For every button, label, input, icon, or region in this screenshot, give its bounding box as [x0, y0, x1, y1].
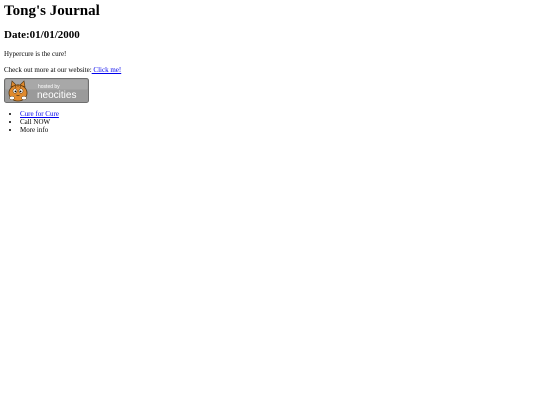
list-item: Call NOW	[20, 118, 536, 126]
website-prefix: Check out more at our website:	[4, 66, 92, 74]
page: Tong's Journal Date:01/01/2000 Hypercure…	[0, 0, 540, 405]
list-item: Cure for Cure	[20, 110, 536, 118]
website-link[interactable]: Click me!	[92, 66, 121, 74]
list-item-link[interactable]: Cure for Cure	[20, 110, 59, 118]
list-item-label: Call NOW	[20, 118, 51, 126]
date-heading: Date:01/01/2000	[4, 29, 80, 41]
badge-line2: neocities	[37, 90, 76, 101]
neocities-cat-icon	[8, 80, 28, 102]
neocities-badge-image[interactable]: hosted by neocities	[4, 78, 89, 103]
website-line: Check out more at our website: Click me!	[4, 66, 536, 74]
list-item-label: More info	[20, 126, 49, 134]
page-title: Tong's Journal	[4, 3, 100, 19]
neocities-badge[interactable]: hosted by neocities	[4, 78, 89, 103]
link-list: Cure for Cure Call NOW More info	[4, 110, 536, 134]
tagline: Hypercure is the cure!	[4, 50, 67, 58]
list-item: More info	[20, 126, 536, 134]
